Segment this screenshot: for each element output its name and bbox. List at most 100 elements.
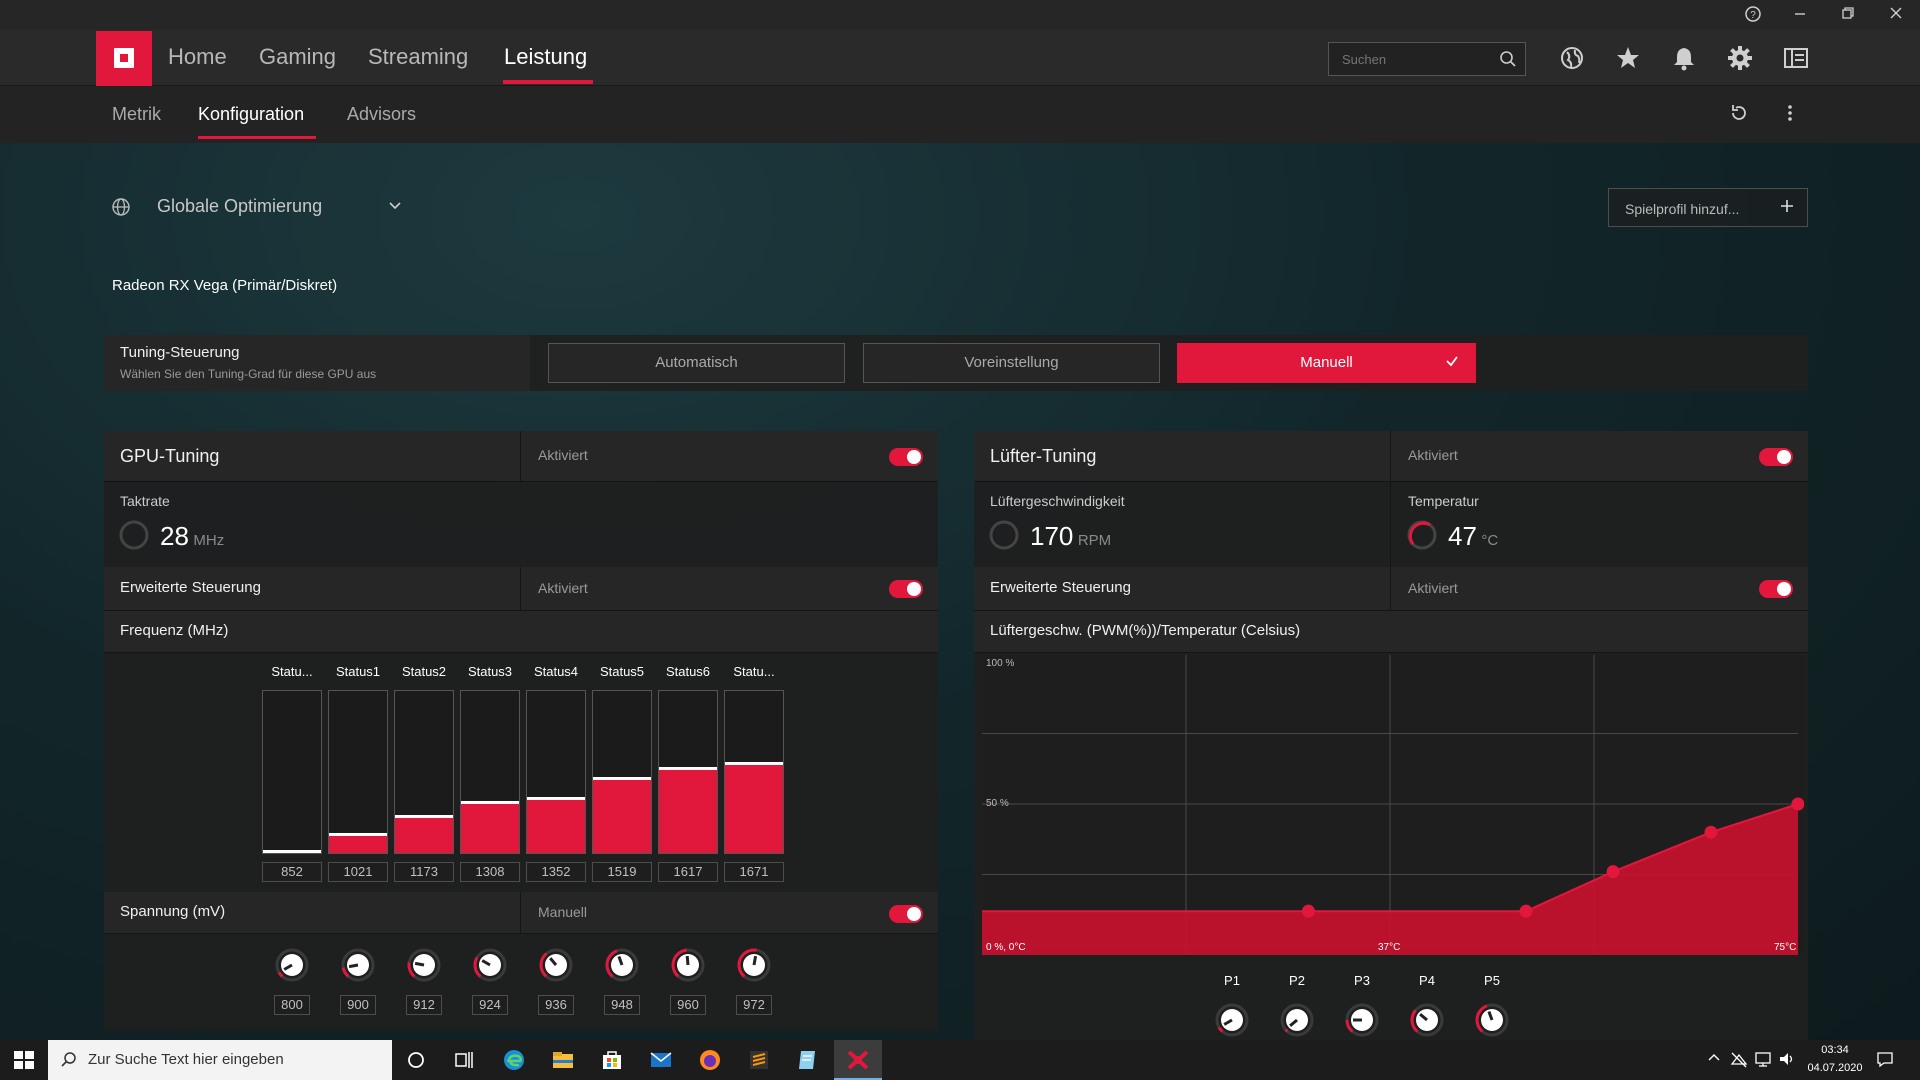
minimize-icon[interactable] bbox=[1790, 5, 1810, 25]
state-bar-handle[interactable] bbox=[461, 801, 519, 804]
voltage-knob[interactable] bbox=[406, 947, 442, 983]
state-frequency-value[interactable]: 1671 bbox=[724, 862, 784, 882]
firefox-icon[interactable] bbox=[698, 1048, 722, 1072]
notification-bell-icon[interactable] bbox=[1670, 44, 1698, 72]
state-frequency-slider[interactable] bbox=[592, 690, 652, 854]
voltage-value[interactable]: 948 bbox=[604, 995, 640, 1015]
file-explorer-icon[interactable] bbox=[551, 1048, 575, 1072]
state-bar-handle[interactable] bbox=[329, 833, 387, 836]
taskbar-time[interactable]: 03:34 bbox=[1805, 1044, 1865, 1056]
task-view-icon[interactable] bbox=[452, 1048, 476, 1072]
store-icon[interactable] bbox=[600, 1048, 624, 1072]
voltage-value[interactable]: 936 bbox=[538, 995, 574, 1015]
edge-browser-icon[interactable] bbox=[502, 1048, 526, 1072]
add-game-profile-button[interactable]: Spielprofil hinzuf... bbox=[1608, 188, 1808, 227]
voltage-value[interactable]: 900 bbox=[340, 995, 376, 1015]
subtab-metrik[interactable]: Metrik bbox=[112, 104, 161, 125]
state-frequency-slider[interactable] bbox=[394, 690, 454, 854]
fan-curve-point-1[interactable] bbox=[1301, 904, 1315, 918]
monitor-network-icon[interactable] bbox=[1754, 1050, 1774, 1070]
fan-advanced-toggle[interactable] bbox=[1759, 580, 1793, 598]
state-frequency-slider[interactable] bbox=[460, 690, 520, 854]
state-frequency-value[interactable]: 852 bbox=[262, 862, 322, 882]
voltage-knob[interactable] bbox=[472, 947, 508, 983]
state-frequency-value[interactable]: 1617 bbox=[658, 862, 718, 882]
state-bar-handle[interactable] bbox=[725, 762, 783, 765]
voltage-knob[interactable] bbox=[274, 947, 310, 983]
state-frequency-value[interactable]: 1519 bbox=[592, 862, 652, 882]
voltage-knob[interactable] bbox=[538, 947, 574, 983]
restore-icon[interactable] bbox=[1838, 5, 1858, 25]
subtab-konfiguration[interactable]: Konfiguration bbox=[198, 104, 304, 125]
state-bar-handle[interactable] bbox=[659, 767, 717, 770]
state-frequency-slider[interactable] bbox=[526, 690, 586, 854]
voltage-value[interactable]: 924 bbox=[472, 995, 508, 1015]
tuning-automatic-button[interactable]: Automatisch bbox=[548, 343, 845, 383]
cortana-icon[interactable] bbox=[404, 1048, 428, 1072]
subtab-advisors[interactable]: Advisors bbox=[347, 104, 416, 125]
close-icon[interactable] bbox=[1886, 5, 1906, 25]
voltage-knob[interactable] bbox=[670, 947, 706, 983]
amd-software-taskbar-button[interactable] bbox=[834, 1040, 882, 1080]
amd-logo[interactable] bbox=[96, 31, 152, 86]
state-frequency-value[interactable]: 1352 bbox=[526, 862, 586, 882]
globe-icon[interactable] bbox=[1558, 44, 1586, 72]
search-box[interactable] bbox=[1328, 42, 1526, 76]
chevron-up-icon[interactable] bbox=[1706, 1050, 1726, 1070]
volume-icon[interactable] bbox=[1778, 1050, 1798, 1070]
state-frequency-value[interactable]: 1308 bbox=[460, 862, 520, 882]
state-bar-handle[interactable] bbox=[527, 797, 585, 800]
notepad-app-icon[interactable] bbox=[796, 1048, 820, 1072]
fan-curve-point-3[interactable] bbox=[1606, 865, 1620, 879]
fan-point-knob[interactable] bbox=[1409, 1002, 1445, 1038]
state-frequency-value[interactable]: 1021 bbox=[328, 862, 388, 882]
chevron-down-icon[interactable] bbox=[387, 198, 403, 219]
fan-curve-point-5[interactable] bbox=[1791, 797, 1805, 811]
state-frequency-slider[interactable] bbox=[262, 690, 322, 854]
nav-tab-home[interactable]: Home bbox=[168, 44, 227, 70]
mail-icon[interactable] bbox=[649, 1048, 673, 1072]
state-frequency-slider[interactable] bbox=[724, 690, 784, 854]
voltage-knob[interactable] bbox=[604, 947, 640, 983]
fan-point-knob[interactable] bbox=[1474, 1002, 1510, 1038]
fan-curve-point-2[interactable] bbox=[1519, 904, 1533, 918]
windows-start-icon[interactable] bbox=[12, 1048, 36, 1072]
search-input[interactable] bbox=[1329, 43, 1489, 75]
nav-tab-gaming[interactable]: Gaming bbox=[259, 44, 336, 70]
state-bar-handle[interactable] bbox=[593, 777, 651, 780]
fan-tuning-toggle[interactable] bbox=[1759, 448, 1793, 466]
taskbar-search-box[interactable]: Zur Suche Text hier eingeben bbox=[48, 1040, 392, 1080]
star-icon[interactable] bbox=[1614, 44, 1642, 72]
state-bar-handle[interactable] bbox=[263, 850, 321, 853]
tuning-manual-button[interactable]: Manuell bbox=[1177, 343, 1476, 383]
state-bar-handle[interactable] bbox=[395, 815, 453, 818]
fan-point-knob[interactable] bbox=[1344, 1002, 1380, 1038]
profile-select[interactable]: Globale Optimierung bbox=[157, 196, 322, 217]
voltage-knob[interactable] bbox=[340, 947, 376, 983]
action-center-icon[interactable] bbox=[1876, 1050, 1896, 1070]
voltage-value[interactable]: 960 bbox=[670, 995, 706, 1015]
gpu-advanced-toggle[interactable] bbox=[889, 580, 923, 598]
voltage-value[interactable]: 912 bbox=[406, 995, 442, 1015]
voltage-value[interactable]: 800 bbox=[274, 995, 310, 1015]
voltage-knob[interactable] bbox=[736, 947, 772, 983]
network-off-icon[interactable] bbox=[1730, 1050, 1750, 1070]
voltage-value[interactable]: 972 bbox=[736, 995, 772, 1015]
sublime-text-icon[interactable] bbox=[747, 1048, 771, 1072]
more-options-icon[interactable] bbox=[1786, 102, 1794, 129]
search-icon[interactable] bbox=[1499, 50, 1517, 73]
reset-icon[interactable] bbox=[1728, 102, 1750, 129]
voltage-toggle[interactable] bbox=[889, 905, 923, 923]
taskbar-date[interactable]: 04.07.2020 bbox=[1805, 1062, 1865, 1074]
fan-curve-point-4[interactable] bbox=[1704, 825, 1718, 839]
fan-point-knob[interactable] bbox=[1214, 1002, 1250, 1038]
nav-tab-leistung[interactable]: Leistung bbox=[504, 44, 587, 70]
state-frequency-value[interactable]: 1173 bbox=[394, 862, 454, 882]
tuning-preset-button[interactable]: Voreinstellung bbox=[863, 343, 1160, 383]
gpu-tuning-toggle[interactable] bbox=[889, 448, 923, 466]
nav-tab-streaming[interactable]: Streaming bbox=[368, 44, 468, 70]
state-frequency-slider[interactable] bbox=[658, 690, 718, 854]
state-frequency-slider[interactable] bbox=[328, 690, 388, 854]
fan-point-knob[interactable] bbox=[1279, 1002, 1315, 1038]
settings-gear-icon[interactable] bbox=[1726, 44, 1754, 72]
